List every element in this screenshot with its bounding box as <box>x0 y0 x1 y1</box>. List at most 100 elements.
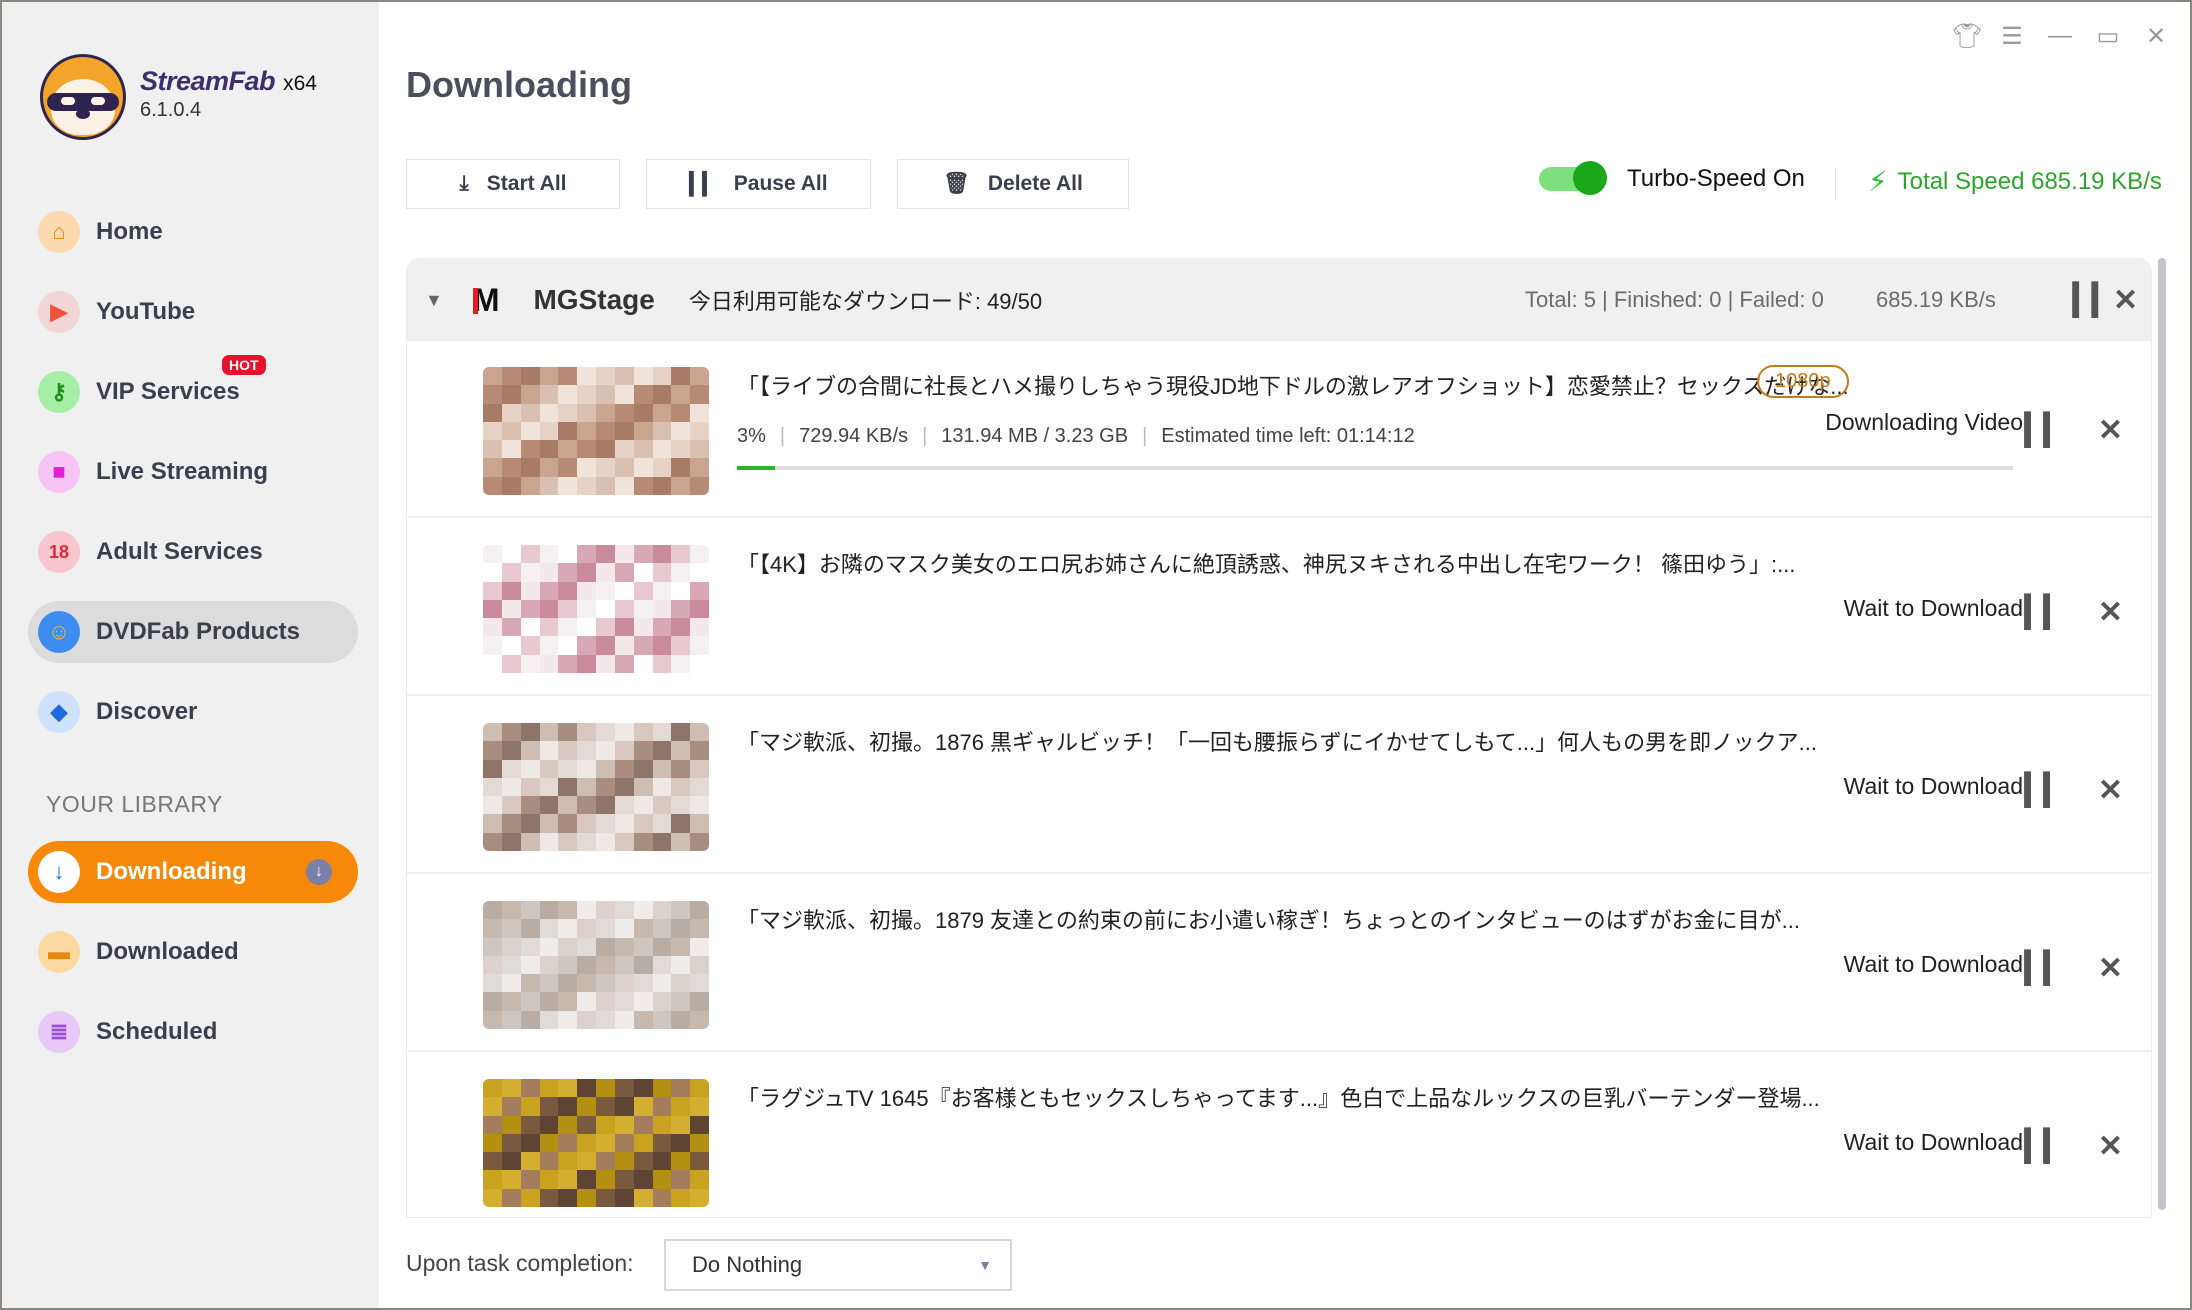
pause-button[interactable]: ▎▎ <box>2025 773 2067 808</box>
download-count-icon: ↓ <box>306 859 332 885</box>
sidebar-item-label: VIP Services <box>96 378 240 405</box>
download-row: 「【4K】お隣のマスク美女のエロ尻お姉さんに絶頂誘惑、神尻ヌキされる中出し在宅ワ… <box>407 519 2151 696</box>
download-status: Wait to Download <box>1843 1129 2023 1155</box>
delete-all-label: Delete All <box>987 172 1083 195</box>
group-quota: 今日利用可能なダウンロード: 49/50 <box>688 289 1043 314</box>
group-name: MGStage <box>533 284 655 315</box>
pause-button[interactable]: ▎▎ <box>2025 595 2067 630</box>
sidebar-item-vip-services[interactable]: ⚷ VIP Services HOT <box>28 355 358 423</box>
download-status: Wait to Download <box>1843 951 2023 977</box>
progress-bar <box>737 466 2013 470</box>
turbo-speed-label: Turbo-Speed On <box>1627 165 1805 192</box>
compass-icon: ◆ <box>38 691 80 733</box>
app-window: StreamFab x64 6.1.0.4 ⌂ Home ▶ YouTube ⚷ … <box>0 0 2192 1310</box>
progress-meta: 3% | 729.94 KB/s | 131.94 MB / 3.23 GB | Estim… <box>737 425 1415 448</box>
video-thumbnail <box>483 545 709 673</box>
turbo-speed-toggle[interactable] <box>1539 161 1607 195</box>
video-title: 「【4K】お隣のマスク美女のエロ尻お姉さんに絶頂誘惑、神尻ヌキされる中出し在宅ワ… <box>737 552 1796 577</box>
sidebar-item-adult-services[interactable]: 18 Adult Services <box>28 521 358 583</box>
download-icon: ↓ <box>38 851 80 893</box>
streamfab-logo-icon <box>40 54 126 140</box>
group-header: ▼ M MGStage 今日利用可能なダウンロード: 49/50 Total: … <box>407 259 2151 341</box>
task-completion-label: Upon task completion: <box>406 1250 634 1276</box>
sidebar-item-label: Scheduled <box>96 1018 218 1045</box>
sidebar-item-live-streaming[interactable]: ■ Live Streaming <box>28 441 358 503</box>
sidebar-item-home[interactable]: ⌂ Home <box>28 201 358 263</box>
task-completion-select[interactable]: Do Nothing ▼ <box>664 1239 1012 1291</box>
download-status: Downloading Video <box>1825 409 2023 435</box>
close-icon[interactable]: ✕ <box>2144 22 2168 51</box>
start-all-label: Start All <box>486 172 567 195</box>
video-thumbnail <box>483 1079 709 1207</box>
download-group: ▼ M MGStage 今日利用可能なダウンロード: 49/50 Total: … <box>406 258 2152 1218</box>
sidebar-item-label: Home <box>96 218 163 245</box>
group-speed: 685.19 KB/s <box>1876 287 1996 312</box>
sidebar-item-dvdfab-products[interactable]: ☺ DVDFab Products <box>28 601 358 663</box>
separator: | <box>922 425 928 447</box>
progress-fill <box>737 466 776 470</box>
group-pause-button[interactable]: ▎▎ <box>2073 283 2115 318</box>
scrollbar[interactable] <box>2158 258 2166 1210</box>
sidebar-item-downloaded[interactable]: ▬ Downloaded <box>28 921 358 983</box>
turbo-speed: Turbo-Speed On <box>1539 161 1805 195</box>
library-heading: YOUR LIBRARY <box>46 791 223 817</box>
app-name: StreamFab <box>140 66 276 96</box>
sidebar: StreamFab x64 6.1.0.4 ⌂ Home ▶ YouTube ⚷ … <box>2 2 379 1308</box>
folder-icon: ▬ <box>38 931 80 973</box>
eta: Estimated time left: 01:14:12 <box>1161 425 1415 447</box>
download-row: 「マジ軟派、初撮。1879 友達との約束の前にお小遣い稼ぎ！ちょっとのインタビュ… <box>407 875 2151 1052</box>
sidebar-item-scheduled[interactable]: ≣ Scheduled <box>28 1001 358 1063</box>
hot-badge: HOT <box>222 355 266 375</box>
pause-button[interactable]: ▎▎ <box>2025 413 2067 448</box>
brand: StreamFab x64 6.1.0.4 <box>140 66 317 122</box>
mgstage-logo-icon: M <box>472 281 500 318</box>
dvdfab-icon: ☺ <box>38 611 80 653</box>
menu-icon[interactable]: ☰ <box>2000 22 2024 51</box>
pause-button[interactable]: ▎▎ <box>2025 1129 2067 1164</box>
sidebar-item-youtube[interactable]: ▶ YouTube <box>28 281 358 343</box>
download-speed: 729.94 KB/s <box>799 425 909 447</box>
sidebar-item-label: Discover <box>96 698 198 725</box>
youtube-icon: ▶ <box>38 291 80 333</box>
remove-button[interactable]: ✕ <box>2098 413 2123 448</box>
maximize-icon[interactable]: ▭ <box>2096 22 2120 51</box>
delete-all-button[interactable]: 🗑︎ Delete All <box>897 159 1129 209</box>
pause-button[interactable]: ▎▎ <box>2025 951 2067 986</box>
pause-all-label: Pause All <box>733 172 828 195</box>
remove-button[interactable]: ✕ <box>2098 595 2123 630</box>
pause-all-button[interactable]: ▎▎ Pause All <box>646 159 871 209</box>
total-speed: ⚡︎ Total Speed 685.19 KB/s <box>1868 165 2162 198</box>
video-thumbnail <box>483 367 709 495</box>
sidebar-item-label: Downloaded <box>96 938 239 965</box>
start-all-button[interactable]: ⤓ Start All <box>406 159 620 209</box>
page-title: Downloading <box>406 64 632 105</box>
video-thumbnail <box>483 723 709 851</box>
sidebar-item-label: Adult Services <box>96 538 263 565</box>
video-title: 「マジ軟派、初撮。1879 友達との約束の前にお小遣い稼ぎ！ちょっとのインタビュ… <box>737 908 1800 933</box>
sidebar-item-discover[interactable]: ◆ Discover <box>28 681 358 743</box>
download-row: 「【ライブの合間に社長とハメ撮りしちゃう現役JD地下ドルの激レアオフショット】恋… <box>407 341 2151 518</box>
remove-button[interactable]: ✕ <box>2098 1129 2123 1164</box>
video-title: 「【ライブの合間に社長とハメ撮りしちゃう現役JD地下ドルの激レアオフショット】恋… <box>737 374 1849 399</box>
remove-button[interactable]: ✕ <box>2098 773 2123 808</box>
download-status: Wait to Download <box>1843 595 2023 621</box>
camera-icon: ■ <box>38 451 80 493</box>
app-arch: x64 <box>283 72 317 95</box>
sidebar-item-downloading[interactable]: ↓ Downloading ↓ <box>28 841 358 903</box>
remove-button[interactable]: ✕ <box>2098 951 2123 986</box>
collapse-caret-icon[interactable]: ▼ <box>425 290 443 311</box>
download-arrow-icon: ⤓ <box>459 172 469 195</box>
clipboard-icon: ≣ <box>38 1011 80 1053</box>
video-thumbnail <box>483 901 709 1029</box>
progress-percent: 3% <box>737 425 766 447</box>
separator: | <box>1142 425 1148 447</box>
home-icon: ⌂ <box>38 211 80 253</box>
skin-icon[interactable]: 👕︎ <box>1952 22 1982 51</box>
minimize-icon[interactable]: — <box>2048 22 2072 51</box>
group-stats: Total: 5 | Finished: 0 | Failed: 0 <box>1525 287 1824 312</box>
total-speed-value: Total Speed 685.19 KB/s <box>1897 167 2162 195</box>
dropdown-arrow-icon: ▼ <box>978 1257 992 1273</box>
download-row: 「マジ軟派、初撮。1876 黒ギャルビッチ！「一回も腰振らずにイかせてしもて..… <box>407 697 2151 874</box>
group-close-button[interactable]: ✕ <box>2113 283 2138 318</box>
task-completion-value: Do Nothing <box>692 1252 803 1277</box>
